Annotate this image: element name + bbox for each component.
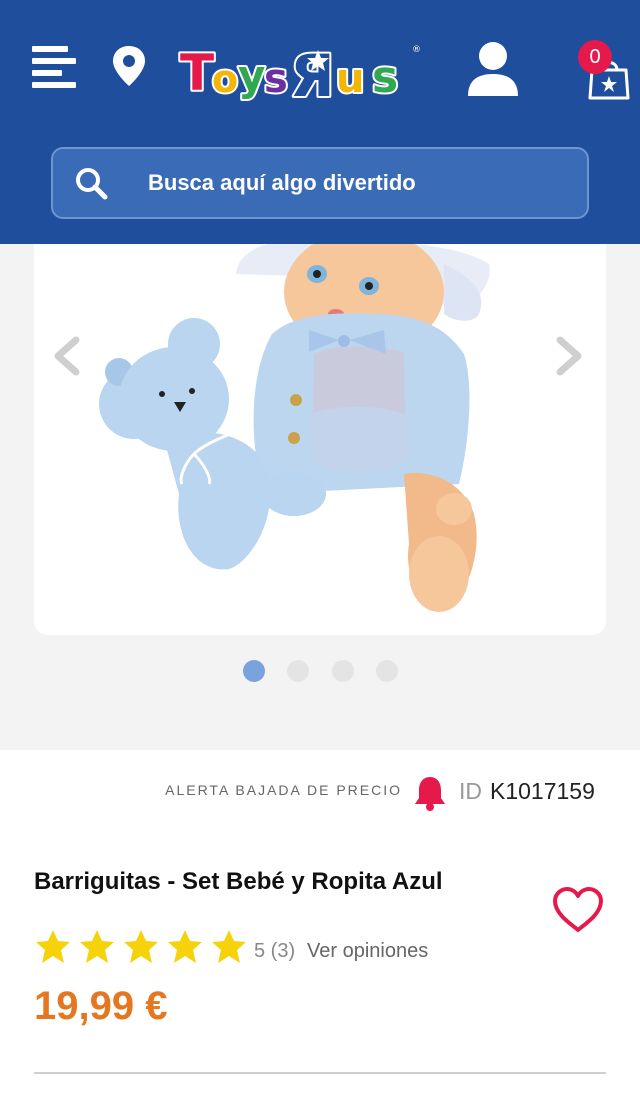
rating-text: 5 (3)	[254, 940, 296, 962]
cart-count-badge[interactable]: 0	[578, 40, 612, 74]
rating-stars	[34, 928, 249, 968]
svg-text:Я: Я	[290, 42, 335, 106]
pagination-dot-1[interactable]	[243, 660, 265, 682]
location-pin-icon[interactable]	[110, 44, 148, 88]
pagination-dot-3[interactable]	[332, 660, 354, 682]
reviews-link[interactable]: Ver opiniones	[307, 940, 428, 963]
menu-icon[interactable]	[32, 46, 76, 88]
top-header: T o y s Я u s ® 0 Busca aquí algo divert…	[0, 0, 640, 244]
svg-text:®: ®	[412, 45, 421, 55]
svg-text:u: u	[336, 56, 364, 102]
brand-logo[interactable]: T o y s Я u s ®	[176, 34, 426, 112]
gallery-pagination	[0, 660, 640, 682]
price-alert-row: ALERTA BAJADA DE PRECIO ID K1017159	[0, 770, 640, 814]
next-image-arrow-icon[interactable]	[552, 336, 588, 376]
product-image[interactable]	[34, 244, 606, 635]
user-icon[interactable]	[466, 40, 520, 98]
star-icon	[124, 930, 158, 963]
svg-text:y: y	[238, 51, 265, 100]
previous-image-arrow-icon[interactable]	[48, 336, 84, 376]
search-input[interactable]: Busca aquí algo divertido	[148, 149, 416, 217]
star-icon	[212, 930, 246, 963]
svg-text:s: s	[264, 56, 288, 102]
divider	[34, 1072, 606, 1074]
star-icon	[168, 930, 202, 963]
search-bar[interactable]: Busca aquí algo divertido	[51, 147, 589, 219]
product-price: 19,99 €	[34, 984, 168, 1028]
star-icon	[36, 930, 70, 963]
product-id-prefix: ID	[459, 778, 482, 804]
star-icon	[80, 930, 114, 963]
bell-icon[interactable]	[412, 774, 448, 812]
product-gallery[interactable]	[34, 244, 606, 635]
price-alert-label[interactable]: ALERTA BAJADA DE PRECIO	[165, 782, 402, 798]
svg-text:s: s	[372, 52, 398, 103]
svg-text:T: T	[180, 44, 214, 102]
product-id-value: K1017159	[490, 778, 595, 804]
heart-icon[interactable]	[551, 886, 605, 934]
search-icon[interactable]	[73, 165, 109, 201]
pagination-dot-4[interactable]	[376, 660, 398, 682]
pagination-dot-2[interactable]	[287, 660, 309, 682]
product-title: Barriguitas - Set Bebé y Ropita Azul	[34, 868, 443, 895]
svg-text:o: o	[212, 57, 238, 101]
